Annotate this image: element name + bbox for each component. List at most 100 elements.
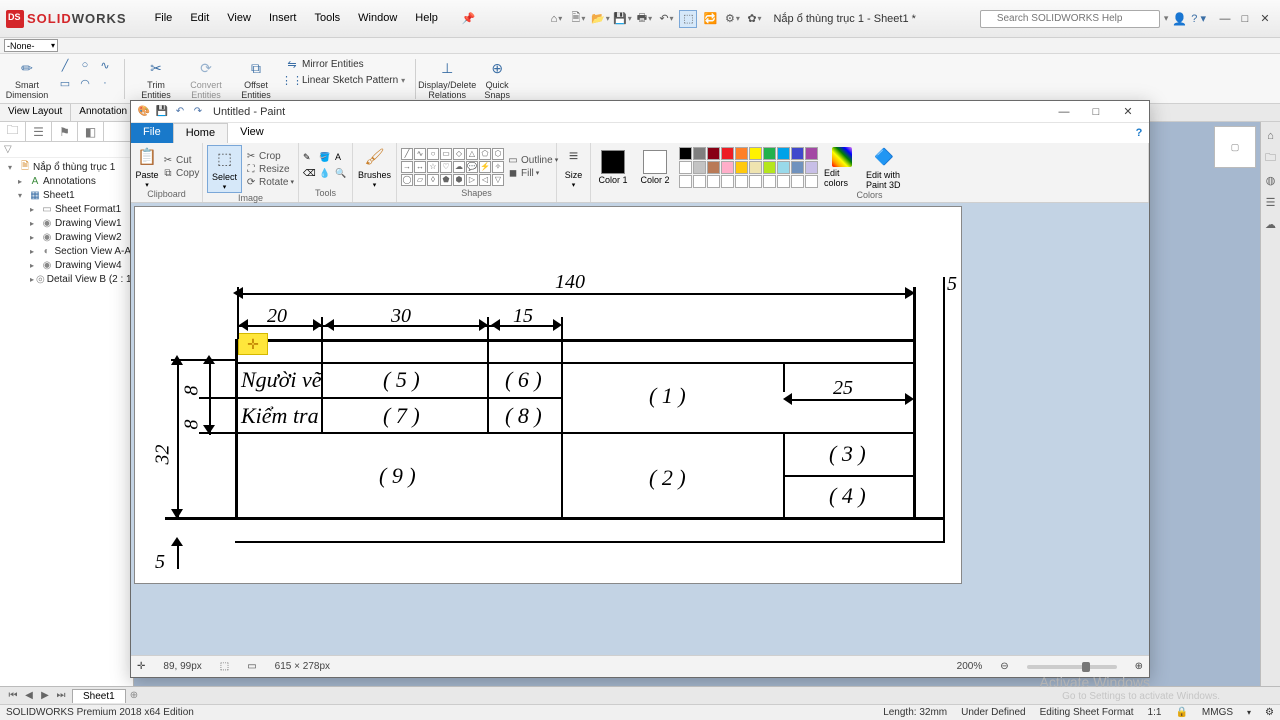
zoom-in-button[interactable]: ⊕ [1135,661,1143,672]
paint-save-icon[interactable]: 💾 [155,105,169,119]
paint-tab-view[interactable]: View [228,123,276,143]
menu-tools[interactable]: Tools [306,10,348,27]
menu-window[interactable]: Window [350,10,405,27]
palette-swatch-empty[interactable] [679,175,692,188]
style-dropdown[interactable]: -None-▾ [4,39,58,52]
palette-swatch[interactable] [735,147,748,160]
tree-view2[interactable]: ▸◉Drawing View2 [0,230,133,244]
copy-button[interactable]: ⧉Copy [162,168,199,180]
eraser-icon[interactable]: ⌫ [303,168,317,182]
menu-file[interactable]: File [147,10,181,27]
palette-swatch[interactable] [777,147,790,160]
palette-swatch[interactable] [707,161,720,174]
filter-icon[interactable]: ▽ [4,144,12,155]
tree-view4[interactable]: ▸◉Drawing View4 [0,258,133,272]
settings-icon[interactable]: ✿ [745,10,763,28]
sheet-prev-icon[interactable]: ◀ [22,689,36,703]
save-icon[interactable]: 💾 [613,10,631,28]
paint-close-button[interactable]: ✕ [1113,102,1143,122]
paint-document[interactable]: ✛ 140 5 20 30 15 [135,207,961,583]
pencil-icon[interactable]: ✎ [303,152,317,166]
tree-view1[interactable]: ▸◉Drawing View1 [0,216,133,230]
text-icon[interactable]: A [335,152,349,166]
paint3d-button[interactable]: 🔷Edit with Paint 3D [866,145,902,190]
resize-button[interactable]: ⛶Resize [245,163,294,175]
palette-swatch[interactable] [721,161,734,174]
palette-swatch[interactable] [763,161,776,174]
palette-swatch[interactable] [763,147,776,160]
sheet-tab-1[interactable]: Sheet1 [72,689,126,703]
smart-dimension-button[interactable]: ✏ Smart Dimension [6,57,48,100]
arc-icon[interactable]: ◠ [76,75,94,91]
fm-tab-tree-icon[interactable]: 🗀 [0,122,26,141]
palette-swatch-empty[interactable] [707,175,720,188]
rect-icon[interactable]: ▭ [56,75,74,91]
shape-outline-button[interactable]: ▭Outline▾ [507,154,558,166]
palette-swatch-empty[interactable] [735,175,748,188]
sheet-first-icon[interactable]: ⏮ [6,689,20,703]
rotate-button[interactable]: ⟳Rotate▾ [245,176,294,188]
orientation-cube[interactable]: ▢ [1214,126,1256,168]
options-icon[interactable]: ⚙ [723,10,741,28]
convert-entities-button[interactable]: ⟳Convert Entities [185,57,227,100]
search-dropdown-icon[interactable]: ▾ [1164,13,1169,24]
paint-undo-icon[interactable]: ↶ [173,105,187,119]
select-button[interactable]: ⬚Select▾ [207,145,242,193]
fm-tab-prop-icon[interactable]: ☰ [26,122,52,141]
paste-button[interactable]: 📋Paste▾ [135,145,159,189]
rebuild-icon[interactable]: 🔁 [701,10,719,28]
mirror-entities-button[interactable]: ⇋Mirror Entities [285,57,405,71]
tab-annotation[interactable]: Annotation [71,104,136,121]
palette-swatch[interactable] [791,161,804,174]
new-icon[interactable]: 🗎 [569,10,587,28]
shapes-gallery[interactable]: ╱∿○▭◇△⬠⬡ →↔☆♡☁💬⚡✧ ◯▱◊⬟⬢▷◁▽ [401,148,504,186]
sheet-last-icon[interactable]: ⏭ [54,689,68,703]
magnify-icon[interactable]: 🔍 [335,168,349,182]
home-icon[interactable]: ⌂ [547,10,565,28]
shape-fill-button[interactable]: ◼Fill▾ [507,167,558,179]
tree-annotations[interactable]: ▸AAnnotations [0,174,133,188]
tab-view-layout[interactable]: View Layout [0,104,71,121]
linear-pattern-button[interactable]: ⋮⋮Linear Sketch Pattern▾ [285,73,405,87]
menu-help[interactable]: Help [407,10,446,27]
color1-button[interactable]: Color 1 [595,150,631,185]
print-icon[interactable]: 🖶 [635,10,653,28]
palette-swatch[interactable] [735,161,748,174]
zoom-slider[interactable] [1027,665,1117,669]
login-icon[interactable]: 👤 [1172,12,1187,26]
crop-button[interactable]: ✂Crop [245,150,294,162]
edit-colors-button[interactable]: Edit colors [824,147,860,188]
palette-swatch[interactable] [749,147,762,160]
paint-help-icon[interactable]: ? [1129,123,1149,143]
search-input[interactable] [980,10,1160,28]
palette-swatch[interactable] [805,161,818,174]
tree-sheet-format[interactable]: ▸▭Sheet Format1 [0,202,133,216]
palette-swatch[interactable] [707,147,720,160]
taskpane-home-icon[interactable]: ⌂ [1263,128,1279,144]
zoom-out-button[interactable]: ⊖ [1000,661,1008,672]
tree-root[interactable]: ▾🗎Nắp ổ thùng trục 1 [0,160,133,174]
status-cog-icon[interactable]: ⚙ [1265,707,1274,718]
cut-button[interactable]: ✂Cut [162,155,199,167]
palette-swatch[interactable] [749,161,762,174]
status-lock-icon[interactable]: 🔒 [1175,707,1187,718]
taskpane-forum-icon[interactable]: ☁ [1263,216,1279,232]
open-icon[interactable]: 📂 [591,10,609,28]
palette-swatch-empty[interactable] [763,175,776,188]
add-sheet-icon[interactable]: ⊕ [130,690,138,701]
menu-view[interactable]: View [219,10,259,27]
palette-swatch[interactable] [679,161,692,174]
palette-swatch-empty[interactable] [721,175,734,188]
fill-icon[interactable]: 🪣 [319,152,333,166]
palette-swatch-empty[interactable] [749,175,762,188]
quick-snaps-button[interactable]: ⊕Quick Snaps [476,57,518,100]
palette-swatch[interactable] [693,161,706,174]
line-icon[interactable]: ╱ [56,57,74,73]
maximize-button[interactable]: □ [1236,11,1254,27]
point-icon[interactable]: · [96,75,114,91]
spline-icon[interactable]: ∿ [96,57,114,73]
palette-swatch-empty[interactable] [693,175,706,188]
palette-swatch[interactable] [791,147,804,160]
fm-tab-config-icon[interactable]: ⚑ [52,122,78,141]
taskpane-appearance-icon[interactable]: ◍ [1263,172,1279,188]
